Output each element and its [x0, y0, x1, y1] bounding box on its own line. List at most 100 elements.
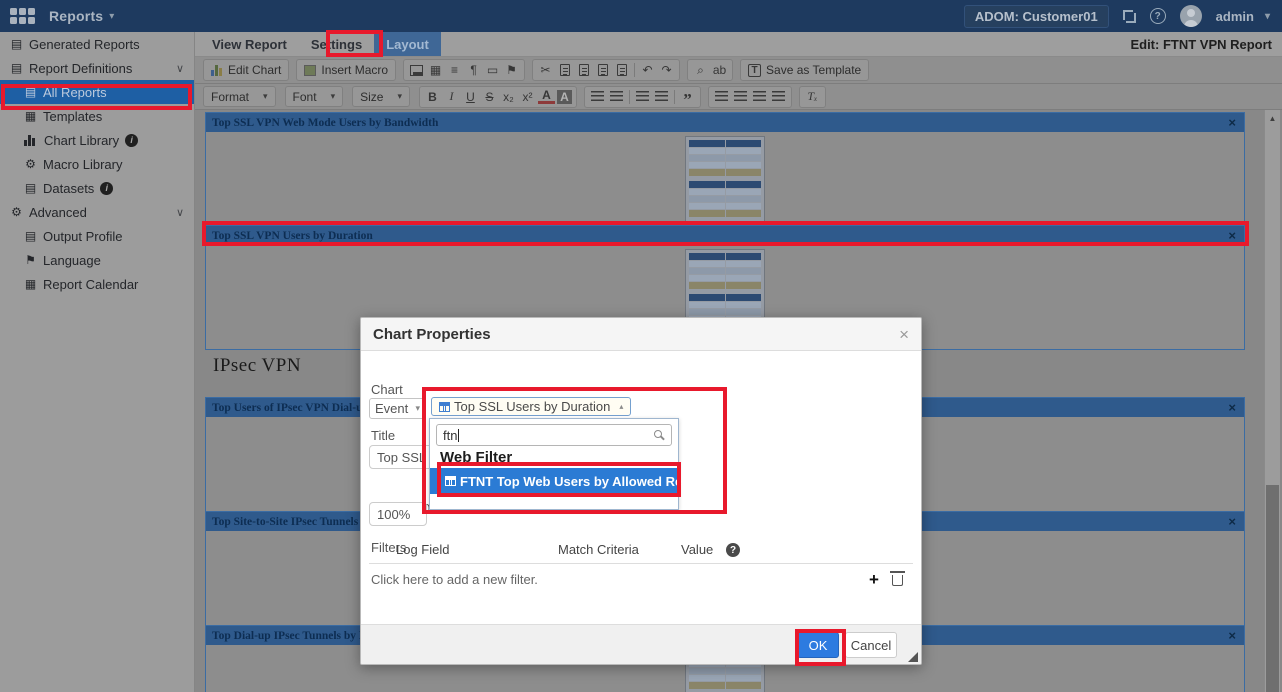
- remove-format-icon[interactable]: Tₓ: [804, 89, 821, 105]
- selected-chart-tag[interactable]: Top SSL Users by Duration ▴: [431, 397, 632, 416]
- close-icon[interactable]: ×: [1228, 626, 1236, 645]
- redo-icon[interactable]: ↷: [658, 62, 675, 78]
- superscript-icon[interactable]: x²: [519, 89, 536, 105]
- thumbnail-row: [689, 253, 761, 260]
- insert-image-icon-glyph: [410, 64, 424, 76]
- align-right-icon-glyph: [752, 91, 766, 102]
- scrollbar-up-icon[interactable]: ▲: [1265, 110, 1280, 126]
- chart-width-input[interactable]: [369, 502, 427, 526]
- align-right-icon[interactable]: [751, 89, 768, 105]
- info-icon: i: [100, 181, 114, 195]
- strikethrough-icon[interactable]: S: [481, 89, 498, 105]
- undo-icon[interactable]: ↶: [639, 62, 656, 78]
- tab-view-report[interactable]: View Report: [200, 32, 299, 56]
- thumbnail-row: [689, 275, 761, 281]
- sidebar-item-label: Datasets: [43, 180, 95, 196]
- sidebar-item-language[interactable]: ⚑ Language: [0, 248, 194, 272]
- flag-icon[interactable]: ⚑: [503, 62, 520, 78]
- paste-word-icon[interactable]: [613, 62, 630, 78]
- sidebar-item-report-calendar[interactable]: ▦ Report Calendar: [0, 272, 194, 296]
- sidebar-item-all-reports[interactable]: ▤ All Reports: [0, 80, 194, 104]
- outdent-icon[interactable]: [634, 89, 651, 105]
- cut-icon[interactable]: ✂: [537, 62, 554, 78]
- size-select-value: Size: [360, 89, 384, 104]
- font-select[interactable]: Font ▾: [284, 86, 344, 107]
- insert-table-icon[interactable]: ▦: [427, 62, 444, 78]
- insert-image-icon[interactable]: [408, 62, 425, 78]
- text-color-icon[interactable]: A: [537, 88, 555, 104]
- underline-icon[interactable]: U: [462, 89, 479, 105]
- align-center-icon[interactable]: [732, 89, 749, 105]
- sidebar-item-report-definitions[interactable]: ▤ Report Definitions ∨: [0, 56, 194, 80]
- tab-settings[interactable]: Settings: [299, 32, 374, 56]
- help-icon[interactable]: ?: [1149, 8, 1166, 24]
- paste-word-icon-glyph: [616, 64, 627, 76]
- align-justify-icon[interactable]: [770, 89, 787, 105]
- indent-icon[interactable]: [653, 89, 670, 105]
- close-icon[interactable]: ×: [1228, 512, 1236, 531]
- user-menu[interactable]: admin ▾: [1216, 9, 1270, 24]
- blockquote-icon[interactable]: ”: [679, 89, 696, 108]
- horizontal-line-icon[interactable]: ≡: [446, 62, 463, 78]
- edit-chart-button[interactable]: Edit Chart: [203, 59, 290, 81]
- bold-icon[interactable]: B: [424, 89, 441, 105]
- paste-icon[interactable]: [575, 62, 592, 78]
- close-icon[interactable]: ×: [1228, 398, 1236, 417]
- product-menu[interactable]: Reports: [49, 8, 103, 24]
- top-navbar: Reports ▾ ADOM: Customer01 ? admin ▾: [0, 0, 1282, 32]
- fullscreen-icon[interactable]: [1122, 9, 1136, 23]
- replace-icon[interactable]: ab: [711, 62, 728, 78]
- bullet-list-icon[interactable]: [608, 89, 625, 105]
- sidebar-item-chart-library[interactable]: Chart Library i: [0, 128, 194, 152]
- sidebar-item-label: Output Profile: [43, 228, 123, 244]
- sidebar-item-generated-reports[interactable]: ▤ Generated Reports: [0, 32, 194, 56]
- chart-block-header[interactable]: Top SSL VPN Users by Duration ×: [206, 226, 1244, 245]
- align-justify-icon-glyph: [771, 91, 785, 102]
- italic-icon[interactable]: I: [443, 89, 460, 105]
- page-break-icon[interactable]: ¶: [465, 62, 482, 78]
- chart-category-select[interactable]: Event ▾: [369, 398, 426, 419]
- dialog-header[interactable]: Chart Properties ×: [361, 318, 921, 351]
- sidebar-item-templates[interactable]: ▦ Templates: [0, 104, 194, 128]
- thumbnail-row: [689, 302, 761, 308]
- sidebar-item-advanced[interactable]: ⚙ Advanced ∨: [0, 200, 194, 224]
- chart-block-header[interactable]: Top SSL VPN Web Mode Users by Bandwidth ×: [206, 113, 1244, 132]
- align-left-icon[interactable]: [713, 89, 730, 105]
- close-icon[interactable]: ×: [899, 326, 909, 343]
- copy-icon-glyph: [559, 64, 570, 76]
- resize-handle[interactable]: [908, 652, 918, 662]
- size-select[interactable]: Size ▾: [352, 86, 410, 107]
- bg-color-icon[interactable]: A: [556, 89, 572, 104]
- sidebar-item-datasets[interactable]: ▤ Datasets i: [0, 176, 194, 200]
- add-filter-icon[interactable]: +: [869, 570, 879, 590]
- tab-layout[interactable]: Layout: [374, 32, 441, 56]
- sidebar-item-output-profile[interactable]: ▤ Output Profile: [0, 224, 194, 248]
- paste-text-icon[interactable]: [594, 62, 611, 78]
- scrollbar[interactable]: ▲: [1264, 110, 1280, 692]
- numbered-list-icon[interactable]: [589, 89, 606, 105]
- subscript-icon[interactable]: x₂: [500, 89, 517, 105]
- copy-icon[interactable]: [556, 62, 573, 78]
- insert-ellipse-icon[interactable]: ▭: [484, 62, 501, 78]
- chevron-down-icon: ▾: [397, 91, 402, 101]
- dropdown-item-ftnt-top-web-users[interactable]: FTNT Top Web Users by Allowed Requests: [430, 468, 724, 494]
- adom-badge[interactable]: ADOM: Customer01: [963, 4, 1109, 28]
- find-icon[interactable]: ⌕: [692, 62, 709, 78]
- insert-macro-button[interactable]: Insert Macro: [296, 59, 397, 81]
- delete-filter-icon[interactable]: [890, 571, 905, 586]
- add-filter-link[interactable]: Click here to add a new filter.: [371, 572, 538, 587]
- chevron-down-icon: ▾: [1264, 10, 1270, 22]
- avatar[interactable]: [1179, 5, 1202, 27]
- scrollbar-thumb[interactable]: [1266, 485, 1279, 692]
- align-left-icon-glyph: [714, 91, 728, 102]
- close-icon[interactable]: ×: [1228, 113, 1236, 132]
- chevron-down-icon: ▾: [109, 10, 115, 22]
- ok-button[interactable]: OK: [797, 632, 839, 658]
- cancel-button[interactable]: Cancel: [845, 632, 897, 658]
- format-select[interactable]: Format ▾: [203, 86, 276, 107]
- chart-search-input[interactable]: ftn: [436, 424, 672, 446]
- save-as-template-button[interactable]: T Save as Template: [740, 59, 870, 81]
- sidebar-item-label: Generated Reports: [29, 36, 140, 52]
- close-icon[interactable]: ×: [1228, 226, 1236, 245]
- sidebar-item-macro-library[interactable]: ⚙ Macro Library: [0, 152, 194, 176]
